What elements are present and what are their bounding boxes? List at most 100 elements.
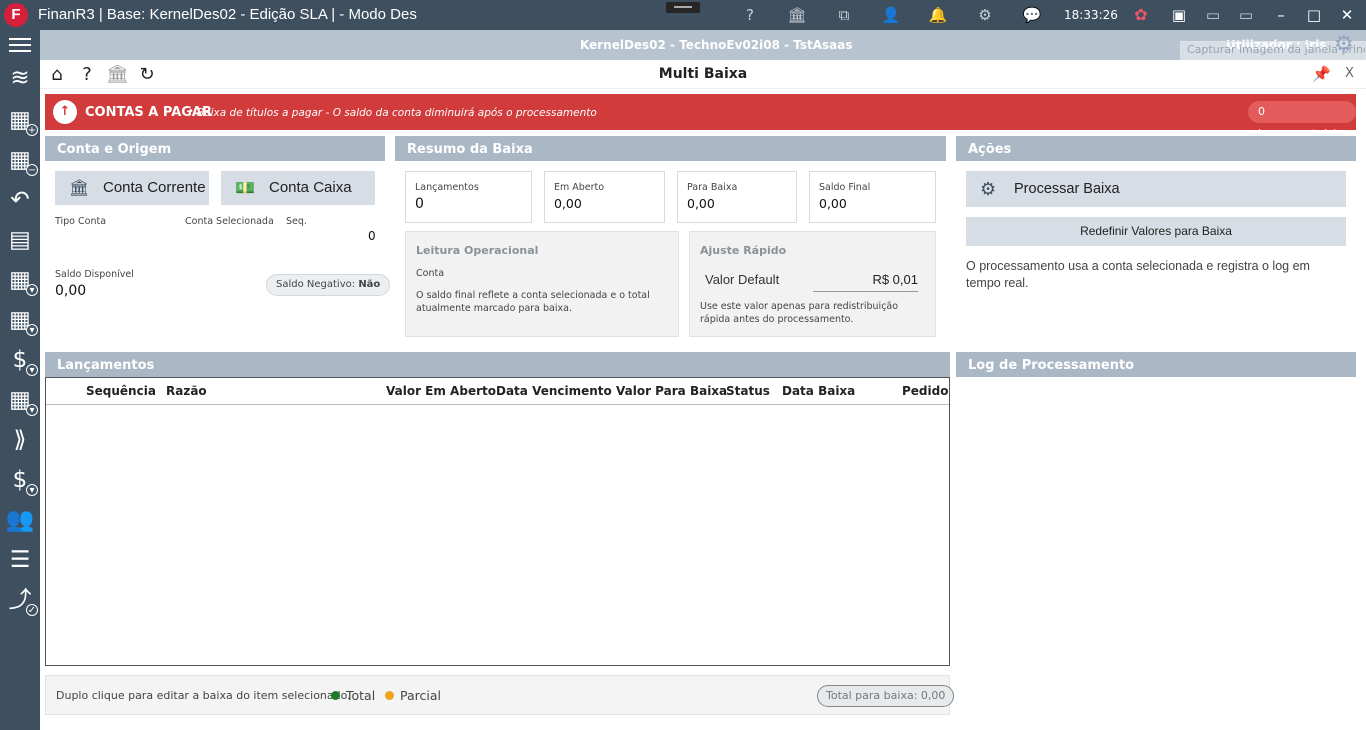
bell-icon[interactable]: 🔔 xyxy=(926,3,950,27)
calculator-filter-icon[interactable]: ▦ ▾ xyxy=(4,384,38,416)
card-lancamentos-value: 0 xyxy=(415,196,424,212)
col-pedido[interactable]: Pedido xyxy=(902,384,948,398)
minimize-icon[interactable]: – xyxy=(1269,3,1293,27)
conta-corrente-label: Conta Corrente xyxy=(103,179,206,196)
leitura-text: O saldo final reflete a conta selecionad… xyxy=(416,290,650,314)
card-para-baixa-label: Para Baixa xyxy=(687,182,738,193)
col-valor-para-baixa[interactable]: Valor Para Baixa xyxy=(616,384,727,398)
context-bar: KernelDes02 - TechnoEv02i08 - TstAsaas U… xyxy=(40,30,1366,60)
close-panel-button[interactable]: X xyxy=(1345,66,1354,81)
flow-check-icon[interactable]: ⤴ ✓ xyxy=(4,584,38,616)
people-icon[interactable]: 👥 xyxy=(4,504,36,536)
help-icon[interactable]: ? xyxy=(738,3,762,27)
window-toolbar: Multi Baixa ⌂ ? 🏛 ↻ 📌 X xyxy=(40,60,1366,89)
conta-corrente-button[interactable]: 🏛 Conta Corrente xyxy=(55,171,209,205)
card-saldo-final-value: 0,00 xyxy=(819,196,847,211)
col-valor-em-aberto[interactable]: Valor Em Aberto xyxy=(386,384,496,398)
acoes-description: O processamento usa a conta selecionada … xyxy=(966,259,1310,290)
section-resumo-header: Resumo da Baixa xyxy=(395,136,946,161)
user-icon[interactable]: 👤 xyxy=(879,3,903,27)
arrow-up-icon: ↑ xyxy=(53,100,77,124)
window-title: FinanR3 | Base: KernelDes02 - Edição SLA… xyxy=(38,6,417,23)
card-para-baixa: Para Baixa 0,00 xyxy=(677,171,797,223)
conta-selecionada-label: Conta Selecionada xyxy=(185,216,274,227)
legend-total: Total xyxy=(331,688,375,703)
transfer-icon[interactable]: ⟫ xyxy=(4,424,36,456)
leitura-title: Leitura Operacional xyxy=(416,244,539,257)
tipo-conta-label: Tipo Conta xyxy=(55,216,107,227)
saldo-negativo-label: Saldo Negativo: xyxy=(276,279,356,290)
settings-icon[interactable]: ⚙ xyxy=(973,3,997,27)
launch-count-badge: 0 lançamento(s) xyxy=(1248,101,1356,140)
section-conta-origem-header: Conta e Origem xyxy=(45,136,385,161)
capture-gear-icon[interactable]: ⚙ xyxy=(1334,32,1354,57)
col-status[interactable]: Status xyxy=(726,384,770,398)
drag-grip[interactable] xyxy=(666,2,700,13)
saldo-negativo-badge: Saldo Negativo: Não xyxy=(266,274,391,296)
legend-total-dot xyxy=(331,691,340,700)
bank-icon: 🏛 xyxy=(69,180,90,197)
save-icon[interactable]: ▤ xyxy=(4,224,36,256)
monitor-small-icon[interactable]: ▭ xyxy=(1201,3,1225,27)
banner-description: Baixa de títulos a pagar - O saldo da co… xyxy=(197,107,597,119)
col-data-baixa[interactable]: Data Baixa xyxy=(782,384,855,398)
col-sequencia[interactable]: Sequência xyxy=(86,384,156,398)
calculator-add-icon[interactable]: ▦ + xyxy=(4,104,38,136)
undo-icon[interactable]: ↶ xyxy=(4,184,36,216)
card-para-baixa-value: 0,00 xyxy=(687,196,715,211)
leitura-conta: Conta xyxy=(416,268,445,279)
home-icon[interactable]: ⌂ xyxy=(46,64,68,86)
camera-icon[interactable]: ▣ xyxy=(1167,3,1191,27)
sidebar: ≋ ▦ + ▦ − ↶ ▤ ▦ ▾ ▦ ▾ $ ▾ ▦ ▾ ⟫ $ ▾ 👥 ☰ ⤴ ✓ xyxy=(0,30,40,730)
windows-icon[interactable]: ⧉ xyxy=(832,3,856,27)
processar-baixa-button[interactable]: ⚙ Processar Baixa xyxy=(966,171,1346,207)
maximize-icon[interactable]: □ xyxy=(1302,3,1326,27)
close-window-icon[interactable]: ✕ xyxy=(1335,3,1359,27)
pin-icon[interactable]: 📌 xyxy=(1312,65,1331,83)
chat-icon[interactable]: 💬 xyxy=(1020,3,1044,27)
calculator-remove-icon[interactable]: ▦ − xyxy=(4,144,38,176)
col-data-vencimento[interactable]: Data Vencimento xyxy=(496,384,612,398)
card-saldo-final: Saldo Final 0,00 xyxy=(809,171,936,223)
lancamentos-grid[interactable]: Sequência Razão Valor Em Aberto Data Ven… xyxy=(45,377,950,666)
footer-hint: Duplo clique para editar a baixa do item… xyxy=(56,689,351,702)
bank-icon[interactable]: 🏛 xyxy=(785,3,809,27)
valor-default-input[interactable]: R$ 0,01 xyxy=(813,268,918,292)
conta-caixa-button[interactable]: 💵 Conta Caixa xyxy=(221,171,375,205)
log-panel xyxy=(956,377,1356,715)
saldo-disponivel-value: 0,00 xyxy=(55,283,87,299)
refresh-icon[interactable]: ↻ xyxy=(136,64,158,86)
calculator-filter-add-icon[interactable]: ▦ ▾ xyxy=(4,264,38,296)
ajuste-text: Use este valor apenas para redistribuiçã… xyxy=(700,301,899,325)
footer-bar: Duplo clique para editar a baixa do item… xyxy=(45,675,955,715)
color-wheel-icon[interactable]: ✿ xyxy=(1129,3,1153,27)
hamburger-menu-icon[interactable] xyxy=(9,38,31,52)
calculator-filter-remove-icon[interactable]: ▦ ▾ xyxy=(4,304,38,336)
section-log-header: Log de Processamento xyxy=(956,352,1356,377)
app-logo: F xyxy=(4,3,28,27)
conta-caixa-label: Conta Caixa xyxy=(269,179,352,196)
ajuste-title: Ajuste Rápido xyxy=(700,244,787,257)
card-lancamentos: Lançamentos 0 xyxy=(405,171,532,223)
bank-building-icon[interactable]: 🏛 xyxy=(106,64,129,86)
processar-baixa-label: Processar Baixa xyxy=(1014,181,1120,197)
bullet-separator: • xyxy=(188,106,194,117)
operation-banner: ↑ CONTAS A PAGAR • Baixa de títulos a pa… xyxy=(45,94,1356,140)
title-bar: F FinanR3 | Base: KernelDes02 - Edição S… xyxy=(0,0,1366,30)
cash-icon: 💵 xyxy=(235,180,255,197)
redefinir-valores-button[interactable]: Redefinir Valores para Baixa xyxy=(966,217,1346,246)
layers-icon[interactable]: ≋ xyxy=(4,62,36,94)
col-razao[interactable]: Razão xyxy=(166,384,207,398)
saldo-negativo-value: Não xyxy=(358,279,381,290)
saldo-disponivel-label: Saldo Disponível xyxy=(55,269,134,280)
window-heading: Multi Baixa xyxy=(658,66,748,82)
help-question-icon[interactable]: ? xyxy=(76,64,98,86)
money-filter-2-icon[interactable]: $ ▾ xyxy=(4,464,38,496)
legend-total-label: Total xyxy=(346,688,376,703)
money-filter-icon[interactable]: $ ▾ xyxy=(4,344,38,376)
monitor-icon[interactable]: ▭ xyxy=(1234,3,1258,27)
context-label: KernelDes02 - TechnoEv02i08 - TstAsaas xyxy=(580,38,853,52)
card-em-aberto-value: 0,00 xyxy=(554,196,582,211)
clock: 18:33:26 xyxy=(1064,8,1118,22)
list-icon[interactable]: ☰ xyxy=(4,544,36,576)
